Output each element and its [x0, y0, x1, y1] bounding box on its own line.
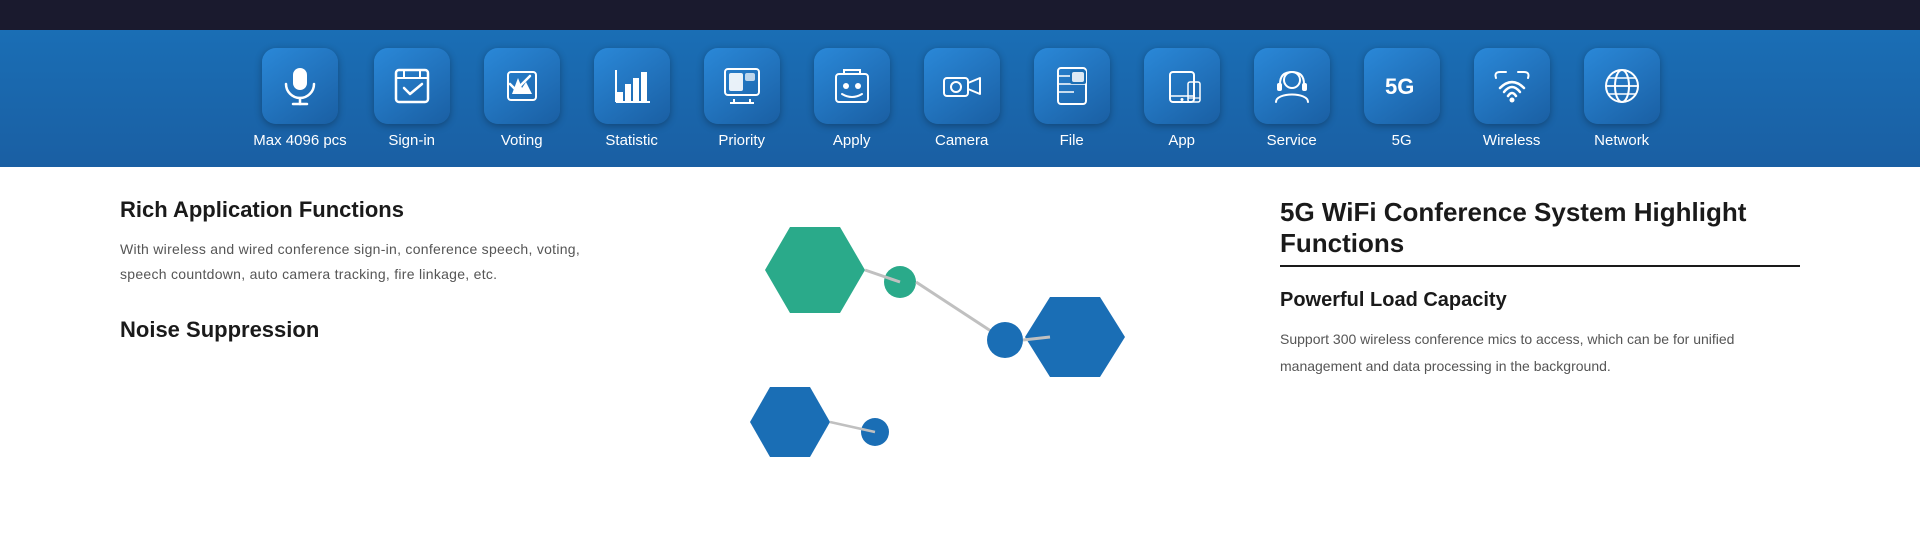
toolbar-item-voting[interactable]: Voting	[477, 48, 567, 149]
powerful-load-desc: Support 300 wireless conference mics to …	[1280, 326, 1800, 379]
toolbar-label-camera: Camera	[935, 132, 988, 149]
toolbar-item-statistic[interactable]: Statistic	[587, 48, 677, 149]
toolbar-label-apply: Apply	[833, 132, 871, 149]
network-icon	[1600, 64, 1644, 108]
service-icon	[1270, 64, 1314, 108]
toolbar-icon-box-signin	[374, 48, 450, 124]
toolbar-icon-box-voting	[484, 48, 560, 124]
right-section: 5G WiFi Conference System Highlight Func…	[1240, 197, 1800, 467]
rich-functions-desc: With wireless and wired conference sign-…	[120, 237, 600, 287]
toolbar-label-statistic: Statistic	[605, 132, 658, 149]
5g-icon: 5G	[1380, 64, 1424, 108]
toolbar-label-voting: Voting	[501, 132, 543, 149]
toolbar-icon-box-wireless	[1474, 48, 1550, 124]
rich-functions-title: Rich Application Functions	[120, 197, 600, 223]
toolbar-icon-box-priority	[704, 48, 780, 124]
graphic-svg	[710, 207, 1130, 467]
powerful-load-title: Powerful Load Capacity	[1280, 289, 1800, 312]
voting-icon	[500, 64, 544, 108]
statistic-icon	[610, 64, 654, 108]
priority-icon	[720, 64, 764, 108]
left-section: Rich Application Functions With wireless…	[120, 197, 600, 467]
toolbar-item-max4096[interactable]: Max 4096 pcs	[253, 48, 346, 149]
toolbar-item-camera[interactable]: Camera	[917, 48, 1007, 149]
toolbar-item-service[interactable]: Service	[1247, 48, 1337, 149]
toolbar-label-file: File	[1060, 132, 1084, 149]
toolbar-item-file[interactable]: File	[1027, 48, 1117, 149]
wireless-icon	[1490, 64, 1534, 108]
toolbar-icon-box-max4096	[262, 48, 338, 124]
toolbar-label-5g: 5G	[1392, 132, 1412, 149]
toolbar-label-max4096: Max 4096 pcs	[253, 132, 346, 149]
toolbar-label-wireless: Wireless	[1483, 132, 1541, 149]
toolbar-item-wireless[interactable]: Wireless	[1467, 48, 1557, 149]
toolbar-item-5g[interactable]: 5G 5G	[1357, 48, 1447, 149]
toolbar-label-app: App	[1168, 132, 1195, 149]
noise-suppression-title: Noise Suppression	[120, 317, 600, 343]
toolbar-icon-box-network	[1584, 48, 1660, 124]
toolbar-icon-box-app	[1144, 48, 1220, 124]
file-icon	[1050, 64, 1094, 108]
camera-icon	[940, 64, 984, 108]
svg-text:5G: 5G	[1385, 74, 1414, 99]
toolbar-icon-box-file	[1034, 48, 1110, 124]
toolbar-icon-box-5g: 5G	[1364, 48, 1440, 124]
toolbar-item-signin[interactable]: Sign-in	[367, 48, 457, 149]
signin-icon	[390, 64, 434, 108]
toolbar-icon-box-apply	[814, 48, 890, 124]
top-black-bar	[0, 0, 1920, 30]
toolbar-label-signin: Sign-in	[388, 132, 435, 149]
middle-graphic	[600, 197, 1240, 467]
toolbar-item-app[interactable]: App	[1137, 48, 1227, 149]
toolbar-item-apply[interactable]: Apply	[807, 48, 897, 149]
right-main-title: 5G WiFi Conference System Highlight Func…	[1280, 197, 1800, 267]
toolbar-item-priority[interactable]: Priority	[697, 48, 787, 149]
icon-toolbar: Max 4096 pcs Sign-in Voting	[0, 30, 1920, 167]
toolbar-item-network[interactable]: Network	[1577, 48, 1667, 149]
toolbar-icon-box-camera	[924, 48, 1000, 124]
toolbar-icon-box-service	[1254, 48, 1330, 124]
toolbar-label-priority: Priority	[718, 132, 765, 149]
toolbar-label-network: Network	[1594, 132, 1649, 149]
apply-icon	[830, 64, 874, 108]
toolbar-label-service: Service	[1267, 132, 1317, 149]
toolbar-icon-box-statistic	[594, 48, 670, 124]
content-area: Rich Application Functions With wireless…	[0, 167, 1920, 467]
mic-icon	[278, 64, 322, 108]
app-icon	[1160, 64, 1204, 108]
